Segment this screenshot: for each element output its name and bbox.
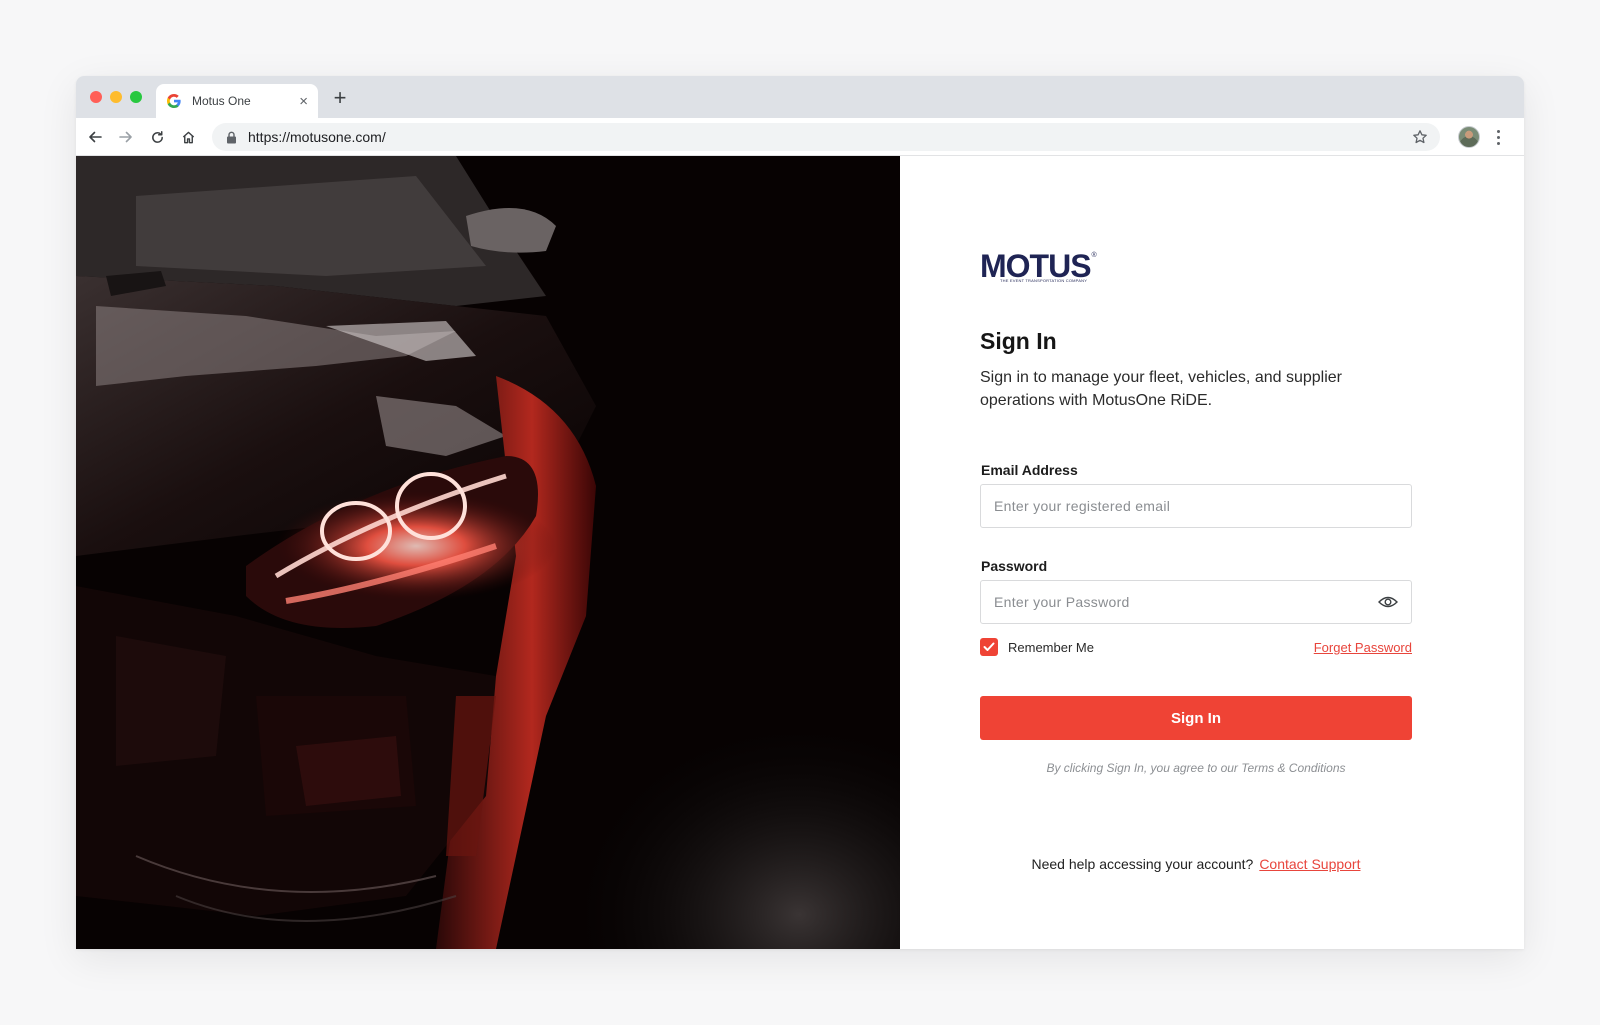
url-text: https://motusone.com/ bbox=[248, 129, 386, 145]
back-arrow-icon[interactable] bbox=[84, 126, 106, 148]
password-label: Password bbox=[981, 558, 1048, 574]
browser-window: Motus One × + https://motusone.com/ MOTU… bbox=[76, 76, 1524, 949]
page-content: MOTUS ® THE EVENT TRANSPORTATION COMPANY… bbox=[76, 156, 1524, 949]
address-bar[interactable]: https://motusone.com/ bbox=[212, 123, 1440, 151]
logo-registered-mark: ® bbox=[1091, 252, 1097, 259]
profile-avatar[interactable] bbox=[1458, 126, 1480, 148]
remember-me-checkbox[interactable] bbox=[980, 638, 998, 656]
email-label: Email Address bbox=[981, 462, 1078, 478]
help-text: Need help accessing your account? bbox=[1031, 856, 1254, 872]
logo-wordmark: MOTUS bbox=[980, 248, 1092, 284]
lock-icon bbox=[224, 130, 238, 144]
email-field[interactable] bbox=[994, 498, 1398, 514]
sign-in-button[interactable]: Sign In bbox=[980, 696, 1412, 740]
tab-title: Motus One bbox=[192, 94, 251, 108]
forward-arrow-icon[interactable] bbox=[115, 126, 137, 148]
window-close-button[interactable] bbox=[90, 91, 102, 103]
hero-car-image bbox=[76, 156, 900, 949]
page-title: Sign In bbox=[980, 328, 1057, 354]
terms-text: By clicking Sign In, you agree to our Te… bbox=[1046, 761, 1346, 775]
kebab-menu-icon[interactable] bbox=[1490, 126, 1506, 148]
help-row: Need help accessing your account? Contact… bbox=[980, 856, 1412, 872]
contact-support-link[interactable]: Contact Support bbox=[1259, 856, 1360, 872]
check-icon bbox=[983, 642, 995, 651]
password-field[interactable] bbox=[994, 594, 1378, 610]
email-field-container bbox=[980, 484, 1412, 528]
new-tab-button[interactable]: + bbox=[328, 86, 352, 110]
page-subtitle: Sign in to manage your fleet, vehicles, … bbox=[980, 369, 1342, 409]
reload-icon[interactable] bbox=[146, 126, 168, 148]
bookmark-star-icon[interactable] bbox=[1412, 129, 1428, 145]
remember-me-row: Remember Me bbox=[980, 638, 1094, 656]
window-maximize-button[interactable] bbox=[130, 91, 142, 103]
forgot-password-link[interactable]: Forget Password bbox=[1314, 640, 1412, 655]
window-minimize-button[interactable] bbox=[110, 91, 122, 103]
tab-close-icon[interactable]: × bbox=[299, 94, 308, 109]
google-favicon-icon bbox=[166, 93, 182, 109]
motus-logo: MOTUS ® THE EVENT TRANSPORTATION COMPANY bbox=[980, 248, 1097, 284]
tab-strip: Motus One × + bbox=[76, 76, 1524, 118]
logo-tagline: THE EVENT TRANSPORTATION COMPANY bbox=[1000, 278, 1088, 283]
tab-motus-one[interactable]: Motus One × bbox=[156, 84, 318, 118]
home-icon[interactable] bbox=[177, 126, 199, 148]
password-field-container bbox=[980, 580, 1412, 624]
browser-toolbar: https://motusone.com/ bbox=[76, 118, 1524, 156]
sign-in-panel: MOTUS ® THE EVENT TRANSPORTATION COMPANY… bbox=[900, 156, 1524, 949]
eye-icon[interactable] bbox=[1378, 595, 1398, 609]
remember-me-label[interactable]: Remember Me bbox=[1008, 640, 1094, 655]
